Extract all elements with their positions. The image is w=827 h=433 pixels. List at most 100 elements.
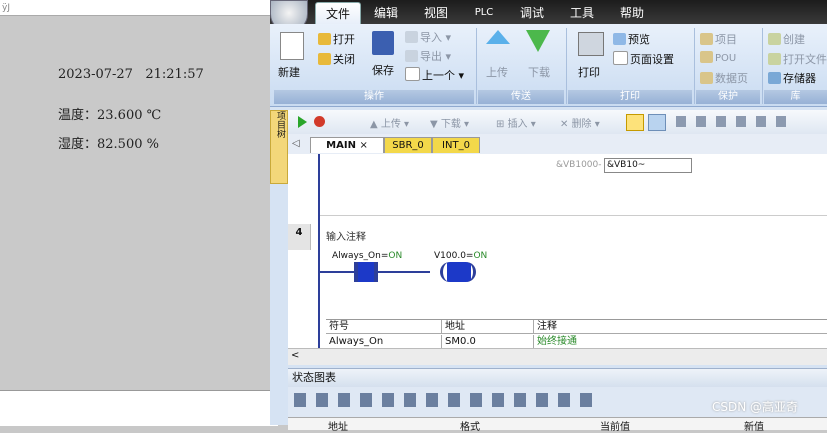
status-chart-panel: 状态图表 地址 格式 当前值 新值 <box>288 368 827 433</box>
status-chart-toolbar[interactable] <box>294 393 594 407</box>
scroll-left-icon[interactable]: < <box>291 350 299 361</box>
coil-label: V100.0=ON <box>434 251 488 261</box>
tabs-scroll-left-icon[interactable]: ◁ <box>292 138 300 149</box>
network-comment[interactable]: 输入注释 <box>326 228 366 243</box>
status-col-address: 地址 <box>328 422 348 433</box>
monitor-icon[interactable] <box>626 114 644 131</box>
toolbar-download-button[interactable]: ▼ 下载 ▾ <box>430 115 469 130</box>
program-tabs: ◁ MAIN × SBR_0 INT_0 <box>288 134 827 155</box>
new-icon <box>280 32 304 60</box>
upload-icon <box>486 30 510 44</box>
download-icon <box>526 30 550 52</box>
storage-button[interactable]: 存储器 <box>768 70 816 86</box>
prev-button[interactable]: 上一个 ▾ <box>405 67 464 83</box>
save-button[interactable]: 保存 <box>372 62 394 78</box>
menu-help[interactable]: 帮助 <box>612 2 652 24</box>
toolbar-misc-icons[interactable] <box>676 116 786 127</box>
create-button[interactable]: 创建 <box>768 31 805 47</box>
stop-icon[interactable] <box>314 116 325 127</box>
menu-plc[interactable]: PLC <box>468 2 500 24</box>
datapage-button[interactable]: 数据页 <box>700 70 748 86</box>
lock-icon <box>700 33 713 45</box>
import-button[interactable]: 导入 ▾ <box>405 29 451 45</box>
open-button[interactable]: 打开 <box>318 31 355 47</box>
temperature-readout: 温度：23.600 ℃ <box>58 108 162 123</box>
toolbar-insert-button[interactable]: ⊞ 插入 ▾ <box>496 115 536 130</box>
save-icon <box>372 31 394 55</box>
download-button[interactable]: 下载 <box>528 64 550 80</box>
import-icon <box>405 31 418 43</box>
printer-icon <box>578 32 604 56</box>
table-row-address[interactable]: SM0.0 <box>442 335 534 349</box>
memory-icon <box>768 72 781 84</box>
toolbar-upload-button[interactable]: ▲ 上传 ▾ <box>370 115 409 130</box>
export-button[interactable]: 导出 ▾ <box>405 48 451 64</box>
contact-label: Always_On=ON <box>332 251 403 261</box>
lock-icon <box>700 72 713 84</box>
menu-file[interactable]: 文件 <box>315 2 361 25</box>
contact-always-on[interactable] <box>358 262 374 282</box>
monitor-window: ÿJ 2023-07-27 21:21:57 温度：23.600 ℃ 湿度：82… <box>0 0 278 426</box>
status-col-new: 新值 <box>744 422 764 433</box>
comment-header: 注释 <box>534 320 827 334</box>
library-icon <box>768 53 781 65</box>
folder-close-icon <box>318 53 331 65</box>
status-col-format: 格式 <box>460 422 480 433</box>
page-icon <box>405 67 420 81</box>
preview-button[interactable]: 预览 <box>613 31 650 47</box>
symbol-table: 符号 地址 注释 Always_On SM0.0 始终接通 <box>326 319 827 349</box>
table-row-comment[interactable]: 始终接通 <box>534 335 827 349</box>
magnifier-icon <box>613 33 626 45</box>
status-icon[interactable] <box>648 114 666 131</box>
vb-value-field[interactable]: &VB10~ <box>604 158 692 173</box>
group-lib-label: 库 <box>764 90 827 104</box>
vb-hint-text: &VB1000- <box>556 160 602 170</box>
menu-view[interactable]: 视图 <box>416 2 456 24</box>
group-protect-label: 保护 <box>696 90 760 104</box>
page-setup-button[interactable]: 页面设置 <box>613 51 674 67</box>
status-chart-columns: 地址 格式 当前值 新值 <box>288 417 827 433</box>
horizontal-scrollbar[interactable]: < <box>288 348 827 365</box>
tab-int0[interactable]: INT_0 <box>432 137 480 153</box>
address-header: 地址 <box>442 320 534 334</box>
page-setup-icon <box>613 51 628 65</box>
power-rail <box>318 154 320 348</box>
status-col-current: 当前值 <box>600 422 630 433</box>
watermark: CSDN @高亚奇 <box>712 400 799 414</box>
close-icon[interactable]: × <box>359 140 367 151</box>
group-transfer-label: 传送 <box>478 90 564 104</box>
monitor-window-titlebar: ÿJ <box>0 0 278 16</box>
folder-icon <box>318 33 331 45</box>
menu-edit[interactable]: 编辑 <box>366 2 406 24</box>
monitor-window-footer <box>0 390 278 426</box>
editor-toolbar: ▲ 上传 ▾ ▼ 下载 ▾ ⊞ 插入 ▾ ✕ 删除 ▾ <box>270 110 827 135</box>
coil-v100[interactable] <box>440 262 476 282</box>
print-button[interactable]: 打印 <box>578 64 600 80</box>
tab-sbr0[interactable]: SBR_0 <box>384 137 432 153</box>
export-icon <box>405 50 418 62</box>
menu-debug[interactable]: 调试 <box>512 2 552 24</box>
humidity-readout: 湿度：82.500 % <box>58 137 159 152</box>
network-number: 4 <box>288 224 311 250</box>
group-ops-label: 操作 <box>274 90 474 104</box>
upload-button[interactable]: 上传 <box>486 64 508 80</box>
pou-button[interactable]: POU <box>700 51 736 64</box>
table-row-symbol[interactable]: Always_On <box>326 335 442 349</box>
status-chart-title: 状态图表 <box>288 369 827 387</box>
plc-editor-window: 文件 编辑 视图 PLC 调试 工具 帮助 新建 打开 关闭 保存 导入 ▾ 导… <box>270 0 827 433</box>
new-button[interactable]: 新建 <box>278 64 300 80</box>
menu-tools[interactable]: 工具 <box>562 2 602 24</box>
group-print-label: 打印 <box>568 90 692 104</box>
datetime-readout: 2023-07-27 21:21:57 <box>58 67 204 82</box>
close-button[interactable]: 关闭 <box>318 51 355 67</box>
library-icon <box>768 33 781 45</box>
tab-main[interactable]: MAIN × <box>310 137 384 153</box>
lock-icon <box>700 51 713 63</box>
ribbon: 新建 打开 关闭 保存 导入 ▾ 导出 ▾ 上一个 ▾ 操作 上传 下载 传送 … <box>270 24 827 107</box>
project-tree-tab[interactable]: 项目树 <box>270 110 288 184</box>
project-button[interactable]: 项目 <box>700 31 737 47</box>
toolbar-delete-button[interactable]: ✕ 删除 ▾ <box>560 115 600 130</box>
open-file-button[interactable]: 打开文件 <box>768 51 827 67</box>
run-icon[interactable] <box>298 116 307 128</box>
symbol-header: 符号 <box>326 320 442 334</box>
